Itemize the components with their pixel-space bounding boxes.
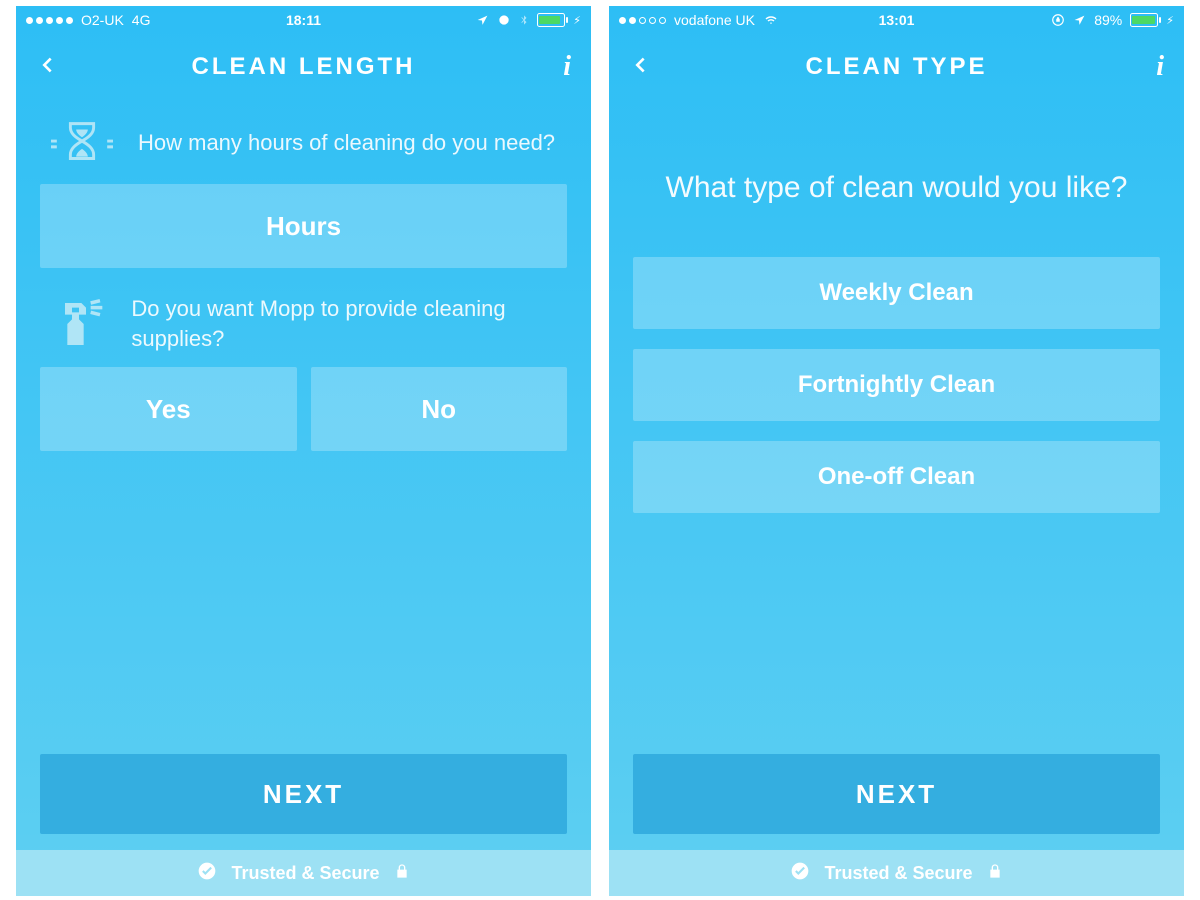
network-label: 4G [132, 12, 151, 28]
supplies-yes-label: Yes [146, 394, 191, 425]
checkmark-circle-icon [790, 861, 810, 886]
page-title: CLEAN TYPE [609, 53, 1184, 81]
option-weekly-clean[interactable]: Weekly Clean [633, 257, 1160, 329]
trust-footer-text: Trusted & Secure [231, 863, 379, 884]
question-hours-text: How many hours of cleaning do you need? [138, 128, 555, 158]
nav-bar: CLEAN TYPE i [609, 34, 1184, 100]
option-fortnightly-clean[interactable]: Fortnightly Clean [633, 349, 1160, 421]
question-clean-type: What type of clean would you like? [633, 108, 1160, 249]
phone-clean-length: O2-UK 4G 18:11 ⚡︎ CLEAN LENGTH i [16, 6, 591, 896]
wifi-icon [763, 14, 779, 26]
lock-icon [987, 862, 1003, 885]
hourglass-icon [46, 116, 118, 170]
option-label: Weekly Clean [819, 279, 973, 307]
charging-bolt-icon: ⚡︎ [1166, 14, 1174, 27]
next-button[interactable]: NEXT [633, 754, 1160, 834]
signal-dots-icon [26, 17, 73, 24]
question-hours: How many hours of cleaning do you need? [40, 108, 567, 184]
alarm-clock-icon [497, 13, 511, 27]
option-label: One-off Clean [818, 463, 975, 491]
status-bar: vodafone UK 13:01 89% ⚡︎ [609, 6, 1184, 34]
next-label: NEXT [856, 779, 937, 810]
location-arrow-icon [1073, 14, 1086, 27]
option-one-off-clean[interactable]: One-off Clean [633, 441, 1160, 513]
trust-footer: Trusted & Secure [609, 850, 1184, 896]
status-bar: O2-UK 4G 18:11 ⚡︎ [16, 6, 591, 34]
carrier-label: vodafone UK [674, 12, 755, 28]
battery-icon [537, 13, 565, 27]
question-supplies-text: Do you want Mopp to provide cleaning sup… [131, 294, 561, 353]
battery-icon [1130, 13, 1158, 27]
lock-icon [394, 862, 410, 885]
screenshots-pair: O2-UK 4G 18:11 ⚡︎ CLEAN LENGTH i [0, 0, 1200, 900]
checkmark-circle-icon [197, 861, 217, 886]
charging-bolt-icon: ⚡︎ [573, 14, 581, 27]
bluetooth-icon [519, 13, 529, 27]
question-supplies: Do you want Mopp to provide cleaning sup… [40, 286, 567, 367]
next-button[interactable]: NEXT [40, 754, 567, 834]
page-title: CLEAN LENGTH [16, 53, 591, 81]
trust-footer: Trusted & Secure [16, 850, 591, 896]
hours-input-button[interactable]: Hours [40, 184, 567, 268]
supplies-no-button[interactable]: No [311, 367, 568, 451]
option-label: Fortnightly Clean [798, 371, 995, 399]
spray-bottle-icon [46, 296, 111, 352]
location-arrow-icon [476, 14, 489, 27]
trust-footer-text: Trusted & Secure [824, 863, 972, 884]
signal-dots-icon [619, 17, 666, 24]
phone-clean-type: vodafone UK 13:01 89% ⚡︎ CLEAN TYPE i Wh… [609, 6, 1184, 896]
next-label: NEXT [263, 779, 344, 810]
hours-input-label: Hours [266, 211, 341, 242]
supplies-no-label: No [421, 394, 456, 425]
nav-bar: CLEAN LENGTH i [16, 34, 591, 100]
orientation-lock-icon [1051, 13, 1065, 27]
battery-percent-label: 89% [1094, 12, 1122, 28]
supplies-yes-button[interactable]: Yes [40, 367, 297, 451]
carrier-label: O2-UK [81, 12, 124, 28]
